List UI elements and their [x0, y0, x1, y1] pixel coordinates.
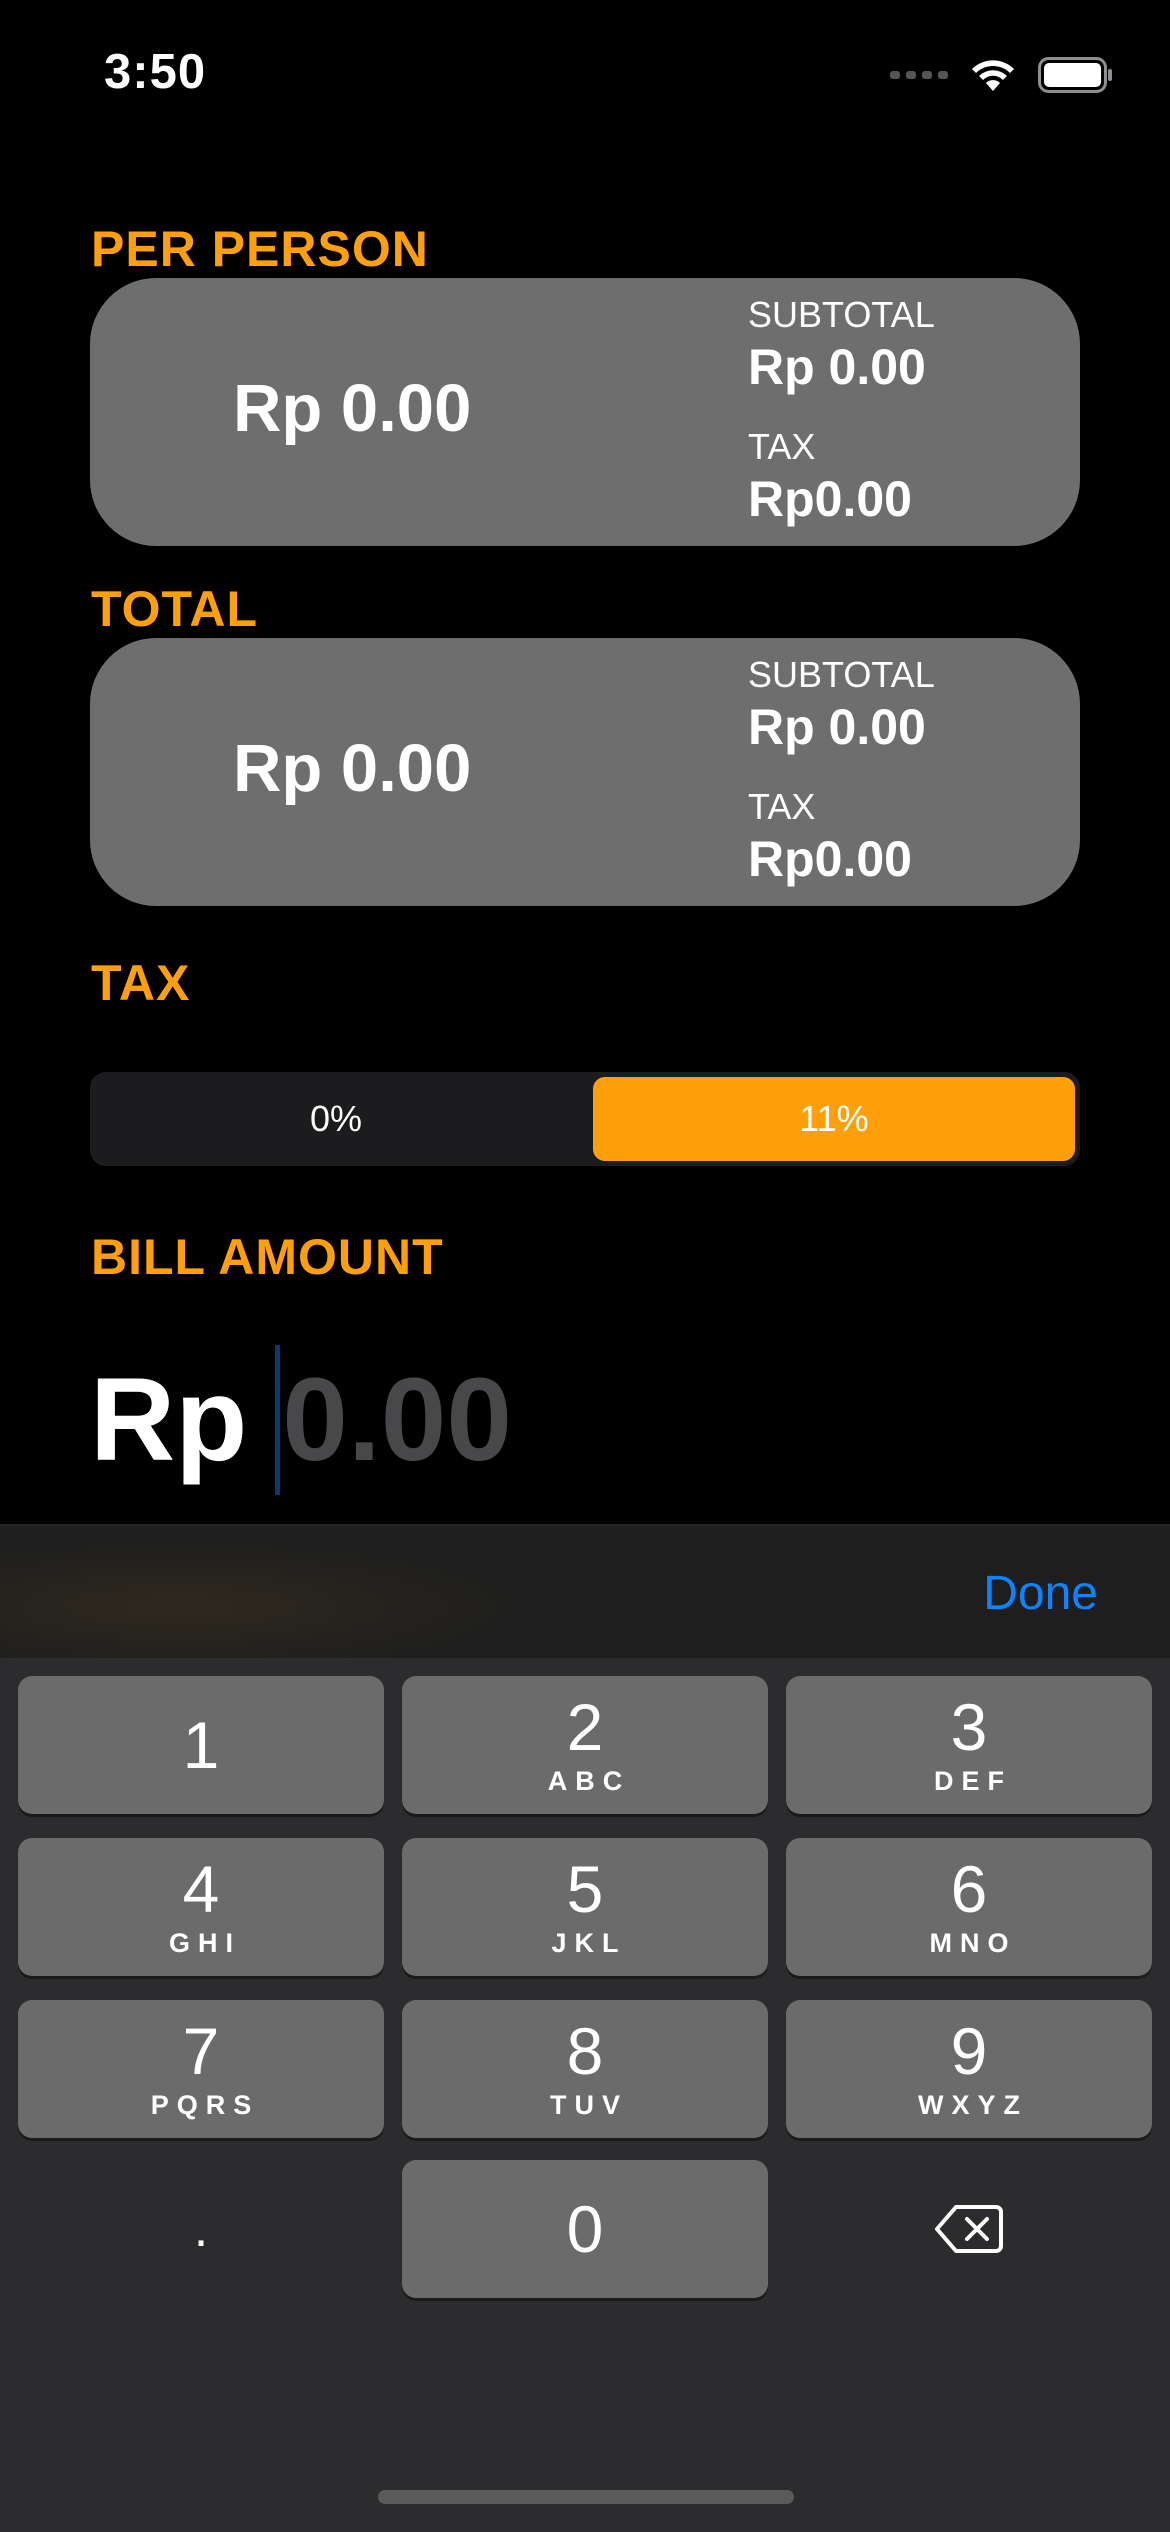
key-decimal[interactable]: .	[18, 2160, 384, 2298]
key-8-number: 8	[566, 2013, 604, 2088]
total-heading: TOTAL	[91, 581, 259, 637]
total-subtotal-label: SUBTOTAL	[748, 654, 935, 695]
key-2[interactable]: 2 ABC	[402, 1676, 768, 1814]
key-4[interactable]: 4 GHI	[18, 1838, 384, 1976]
currency-prefix: Rp	[90, 1354, 248, 1486]
total-tax-label: TAX	[748, 786, 816, 827]
status-bar: 3:50	[0, 0, 1170, 150]
home-indicator	[378, 2490, 794, 2504]
key-8[interactable]: 8 TUV	[402, 2000, 768, 2138]
key-3[interactable]: 3 DEF	[786, 1676, 1152, 1814]
key-5-letters: JKL	[551, 1927, 627, 1958]
total-subtotal-value: Rp 0.00	[748, 699, 926, 755]
per-person-subtotal-label: SUBTOTAL	[748, 294, 935, 335]
key-2-number: 2	[566, 1689, 604, 1764]
delete-backspace-icon	[935, 2205, 1003, 2253]
done-button[interactable]: Done	[983, 1566, 1098, 1621]
wifi-icon	[972, 60, 1014, 91]
battery-icon	[1038, 57, 1112, 93]
per-person-card: Rp 0.00 SUBTOTAL Rp 0.00 TAX Rp0.00	[90, 278, 1080, 546]
key-9-number: 9	[950, 2013, 988, 2088]
key-7-number: 7	[182, 2013, 220, 2088]
status-time: 3:50	[104, 45, 207, 99]
key-3-number: 3	[950, 1689, 988, 1764]
key-5-number: 5	[566, 1851, 604, 1926]
per-person-heading: PER PERSON	[91, 221, 429, 277]
total-amount: Rp 0.00	[233, 731, 472, 806]
key-6[interactable]: 6 MNO	[786, 1838, 1152, 1976]
key-9-letters: WXYZ	[918, 2089, 1028, 2120]
key-6-letters: MNO	[929, 1927, 1017, 1958]
delete-key[interactable]	[786, 2160, 1152, 2298]
tax-option-0[interactable]: 0%	[95, 1077, 577, 1161]
key-3-letters: DEF	[934, 1765, 1012, 1796]
key-1-number: 1	[182, 1708, 220, 1782]
key-0-number: 0	[566, 2192, 604, 2266]
tax-heading: TAX	[91, 955, 191, 1011]
tax-option-11[interactable]: 11%	[593, 1077, 1075, 1161]
per-person-tax-value: Rp0.00	[748, 471, 912, 527]
per-person-amount: Rp 0.00	[233, 371, 472, 446]
per-person-subtotal-value: Rp 0.00	[748, 339, 926, 395]
key-8-letters: TUV	[550, 2089, 628, 2120]
total-card: Rp 0.00 SUBTOTAL Rp 0.00 TAX Rp0.00	[90, 638, 1080, 906]
bill-amount-row: Rp	[90, 1340, 683, 1500]
bill-amount-input[interactable]	[282, 1352, 683, 1488]
status-icons	[890, 50, 1114, 100]
text-cursor	[275, 1345, 281, 1495]
key-4-letters: GHI	[168, 1927, 241, 1958]
per-person-tax-label: TAX	[748, 426, 816, 467]
key-5[interactable]: 5 JKL	[402, 1838, 768, 1976]
key-0[interactable]: 0	[402, 2160, 768, 2298]
bill-amount-heading: BILL AMOUNT	[91, 1229, 444, 1285]
key-9[interactable]: 9 WXYZ	[786, 2000, 1152, 2138]
key-6-number: 6	[950, 1851, 988, 1926]
key-7-letters: PQRS	[150, 2089, 260, 2120]
total-tax-value: Rp0.00	[748, 831, 912, 887]
cellular-signal-icon	[890, 71, 948, 79]
key-1[interactable]: 1	[18, 1676, 384, 1814]
key-7[interactable]: 7 PQRS	[18, 2000, 384, 2138]
key-2-letters: ABC	[547, 1765, 631, 1796]
keyboard-toolbar: Done	[0, 1524, 1170, 1660]
key-decimal-symbol: .	[193, 2200, 209, 2258]
key-4-number: 4	[182, 1851, 220, 1926]
numeric-keyboard: Done 1 2 ABC 3 DEF 4 GHI 5 JKL 6 MNO 7 P…	[0, 1524, 1170, 2532]
tax-segmented-control: 0% 11%	[90, 1072, 1080, 1166]
